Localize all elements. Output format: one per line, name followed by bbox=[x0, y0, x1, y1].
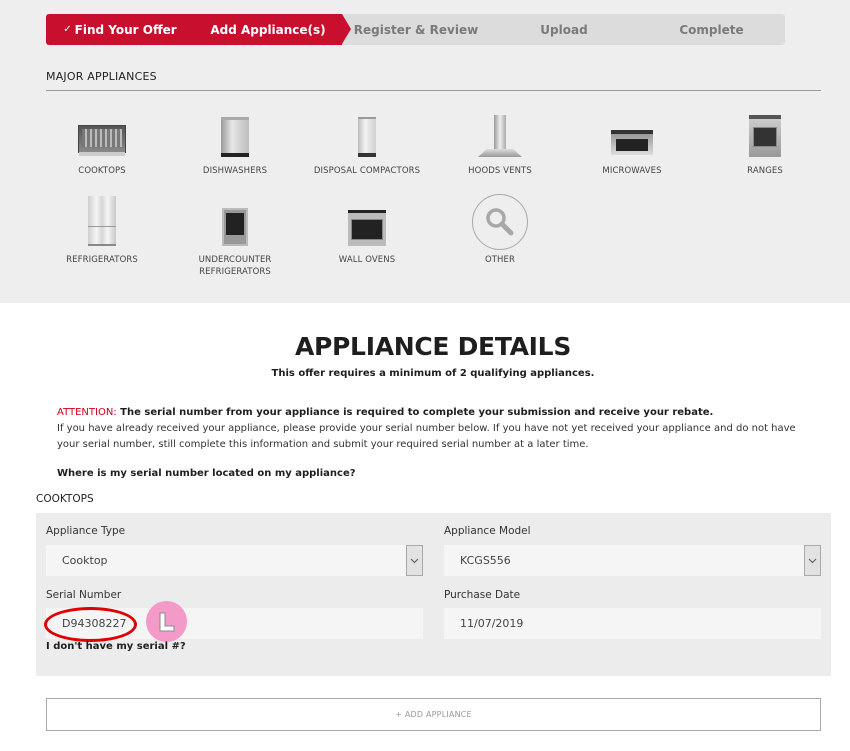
major-appliances-title: MAJOR APPLIANCES bbox=[46, 70, 157, 83]
appliance-category-wall-ovens[interactable]: WALL OVENS bbox=[297, 191, 437, 266]
no-serial-link[interactable]: I don't have my serial #? bbox=[46, 641, 186, 652]
appliance-category-cooktops[interactable]: COOKTOPS bbox=[32, 102, 172, 177]
appliance-type-label: Appliance Type bbox=[46, 525, 126, 537]
appliance-category-refrigerators[interactable]: REFRIGERATORS bbox=[32, 191, 172, 266]
appliance-model-select[interactable]: KCGS556 bbox=[444, 545, 821, 576]
attention-label: ATTENTION: bbox=[57, 407, 117, 418]
appliance-category-ranges[interactable]: RANGES bbox=[695, 102, 835, 177]
page-title: APPLIANCE DETAILS bbox=[294, 332, 572, 361]
search-icon bbox=[472, 194, 528, 250]
active-step-arrow-icon bbox=[342, 14, 351, 44]
page-subtitle: This offer requires a minimum of 2 quali… bbox=[271, 368, 595, 379]
category-label: RANGES bbox=[747, 166, 783, 176]
category-label: COOKTOPS bbox=[78, 166, 126, 176]
appliance-category-disposal-compactors[interactable]: DISPOSAL COMPACTORS bbox=[297, 102, 437, 177]
range-icon bbox=[749, 115, 781, 157]
serial-location-link[interactable]: Where is my serial number located on my … bbox=[57, 468, 356, 479]
category-label: WALL OVENS bbox=[338, 255, 396, 265]
category-label: UNDERCOUNTER REFRIGERATORS bbox=[198, 255, 272, 277]
refrigerator-icon bbox=[88, 196, 116, 246]
chevron-down-icon[interactable] bbox=[804, 545, 821, 576]
undercounter-refrigerator-icon bbox=[222, 208, 248, 246]
purchase-date-label: Purchase Date bbox=[444, 589, 521, 601]
step-label: Upload bbox=[540, 22, 588, 37]
dishwasher-icon bbox=[221, 117, 249, 157]
checkmark-icon: ✓ bbox=[63, 24, 72, 35]
step-label: Register & Review bbox=[353, 22, 479, 37]
cooktop-icon bbox=[78, 125, 126, 156]
appliance-model-value: KCGS556 bbox=[460, 554, 511, 567]
category-label: DISHWASHERS bbox=[202, 166, 268, 176]
letter-l-icon bbox=[159, 612, 174, 631]
annotation-badge bbox=[146, 601, 187, 642]
step-find-your-offer[interactable]: ✓ Find Your Offer bbox=[46, 14, 195, 45]
step-upload: Upload bbox=[490, 14, 639, 45]
step-add-appliances[interactable]: Add Appliance(s) bbox=[194, 14, 351, 45]
microwave-icon bbox=[611, 130, 653, 155]
step-label: Complete bbox=[679, 22, 744, 37]
chevron-down-icon[interactable] bbox=[406, 545, 423, 576]
category-label: DISPOSAL COMPACTORS bbox=[313, 166, 421, 176]
purchase-date-value: 11/07/2019 bbox=[460, 617, 524, 630]
category-label: HOODS VENTS bbox=[468, 166, 532, 176]
appliance-category-hoods-vents[interactable]: HOODS VENTS bbox=[430, 102, 570, 177]
serial-number-label: Serial Number bbox=[46, 589, 122, 601]
appliance-type-value: Cooktop bbox=[62, 554, 108, 567]
compactor-icon bbox=[358, 117, 376, 157]
appliance-model-label: Appliance Model bbox=[444, 525, 531, 537]
section-divider bbox=[46, 90, 821, 91]
appliance-category-microwaves[interactable]: MICROWAVES bbox=[562, 102, 702, 177]
category-label: REFRIGERATORS bbox=[66, 255, 138, 265]
serial-number-input[interactable]: D94308227 bbox=[46, 608, 423, 639]
attention-headline: The serial number from your appliance is… bbox=[116, 407, 714, 418]
appliance-category-undercounter-refrigerators[interactable]: UNDERCOUNTER REFRIGERATORS bbox=[165, 191, 305, 278]
step-register-review: Register & Review bbox=[342, 14, 491, 45]
appliance-group-label: COOKTOPS bbox=[36, 493, 94, 505]
attention-body: If you have already received your applia… bbox=[57, 423, 796, 450]
step-label: Add Appliance(s) bbox=[210, 22, 326, 37]
progress-stepper: ✓ Find Your Offer Add Appliance(s) Regis… bbox=[46, 14, 785, 45]
step-label: Find Your Offer bbox=[74, 22, 177, 37]
step-complete: Complete bbox=[638, 14, 785, 45]
category-label: OTHER bbox=[484, 255, 516, 265]
purchase-date-input[interactable]: 11/07/2019 bbox=[444, 608, 821, 639]
wall-oven-icon bbox=[348, 210, 386, 246]
appliance-selection-section: ✓ Find Your Offer Add Appliance(s) Regis… bbox=[0, 0, 850, 303]
attention-notice: ATTENTION: The serial number from your a… bbox=[57, 405, 817, 453]
hood-icon bbox=[478, 115, 522, 157]
category-label: MICROWAVES bbox=[602, 166, 662, 176]
appliance-type-select[interactable]: Cooktop bbox=[46, 545, 423, 576]
serial-number-value: D94308227 bbox=[62, 617, 127, 630]
add-appliance-button[interactable]: + ADD APPLIANCE bbox=[46, 698, 821, 731]
appliance-category-dishwashers[interactable]: DISHWASHERS bbox=[165, 102, 305, 177]
appliance-category-other[interactable]: OTHER bbox=[430, 191, 570, 266]
